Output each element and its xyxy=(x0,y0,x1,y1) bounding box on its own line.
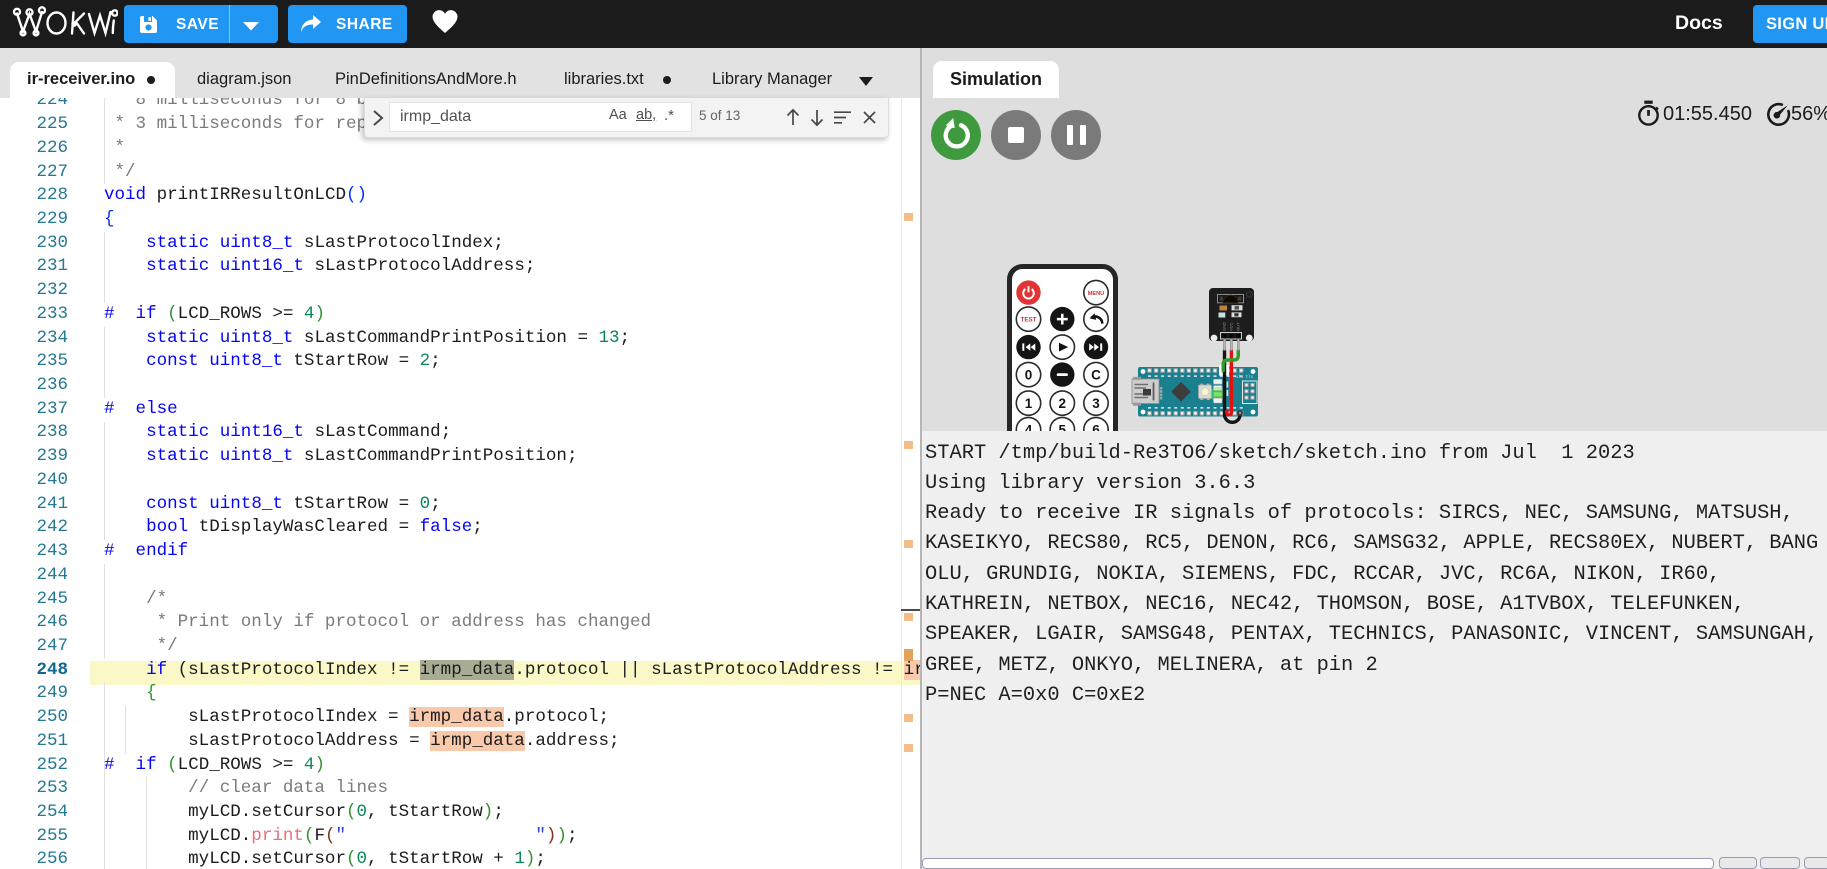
svg-text:C: C xyxy=(1091,367,1101,382)
svg-text:0: 0 xyxy=(1025,367,1033,382)
svg-text:ula tls: ula tls xyxy=(1236,375,1254,380)
svg-text:1: 1 xyxy=(1025,396,1033,411)
svg-text:4: 4 xyxy=(1025,422,1033,431)
svg-text:5: 5 xyxy=(1059,422,1067,431)
svg-text:VCC: VCC xyxy=(1228,322,1233,331)
svg-text:2: 2 xyxy=(1059,396,1067,411)
svg-text:GND: GND xyxy=(1221,322,1226,331)
svg-text:6: 6 xyxy=(1092,422,1100,431)
svg-text:3: 3 xyxy=(1092,396,1100,411)
svg-text:OUT: OUT xyxy=(1235,322,1240,331)
svg-text:TEST: TEST xyxy=(1021,316,1037,323)
svg-text:MENU: MENU xyxy=(1088,291,1104,297)
